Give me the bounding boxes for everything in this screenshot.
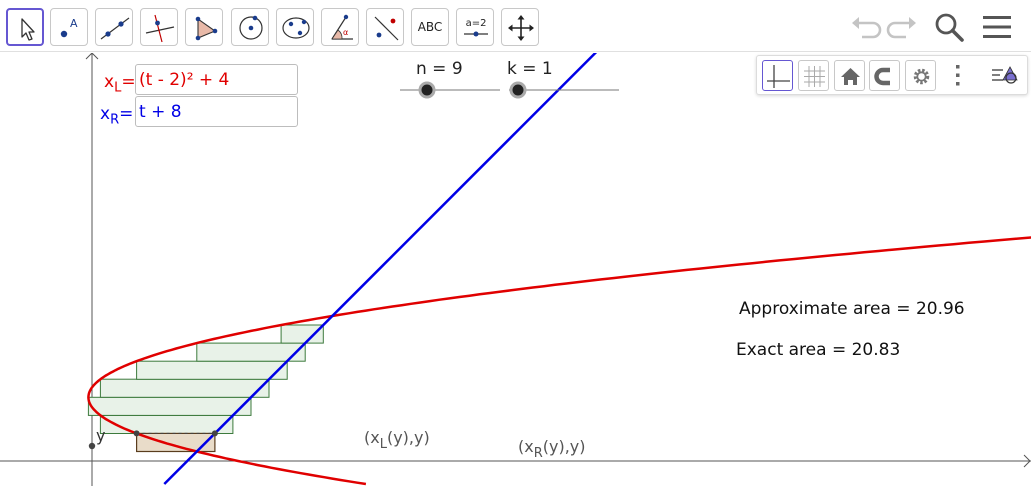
move-graphics-tool[interactable] <box>501 8 539 46</box>
ellipse-icon <box>282 17 310 39</box>
xl-input-label: xL= <box>104 72 136 96</box>
search-icon <box>935 13 964 42</box>
redo-button[interactable] <box>884 8 922 46</box>
style-bar-toggle-button[interactable] <box>989 60 1020 91</box>
xl-input-expression[interactable]: (t - 2)² + 4 <box>139 70 229 90</box>
slider-k-handle[interactable] <box>509 81 527 99</box>
slider-tool-label: a=2 <box>466 18 487 29</box>
right-point-label: (xR(y),y) <box>518 437 586 461</box>
axes-icon <box>767 65 790 88</box>
angle-tool[interactable]: α <box>321 8 359 46</box>
graphics-settings-button[interactable] <box>905 60 936 91</box>
xr-input-box[interactable]: t + 8 <box>135 96 298 127</box>
move-cross-arrows-icon <box>508 15 534 41</box>
left-point-label: (xL(y),y) <box>364 428 430 452</box>
more-vertical-icon <box>956 65 960 86</box>
point-capturing-button[interactable] <box>869 60 900 91</box>
approximate-area-text: Approximate area = 20.96 <box>739 299 965 319</box>
slider-n-label: n = 9 <box>416 59 463 79</box>
magnet-icon <box>874 67 894 86</box>
undo-icon <box>852 17 882 39</box>
move-tool[interactable] <box>6 8 44 46</box>
toolbar: A α ABC a=2 <box>0 0 1031 52</box>
polygon-tool[interactable] <box>185 8 223 46</box>
point-tool[interactable]: A <box>50 8 88 46</box>
xr-input-label: xR= <box>100 104 134 128</box>
approximation-rectangle <box>87 396 252 416</box>
polygon-icon <box>195 16 218 41</box>
slider-n-handle[interactable] <box>418 81 436 99</box>
angle-tool-label: α <box>343 28 348 37</box>
menu-icon <box>983 16 1011 38</box>
reflect-about-line-icon <box>374 16 399 41</box>
slider-k-label: k = 1 <box>507 59 553 79</box>
graphics-style-bar <box>756 55 1028 95</box>
y-point-label: y <box>96 426 105 445</box>
text-icon: ABC <box>417 20 443 34</box>
circle-with-center-icon <box>239 15 263 40</box>
highlighted-rectangle <box>136 432 216 453</box>
conic-tool[interactable] <box>276 8 314 46</box>
grid-icon <box>804 66 825 87</box>
toggle-axes-button[interactable] <box>762 60 793 91</box>
line-tool[interactable] <box>95 8 133 46</box>
circle-tool[interactable] <box>231 8 269 46</box>
exact-area-text: Exact area = 20.83 <box>736 340 900 360</box>
search-button[interactable] <box>930 8 968 46</box>
reflect-tool[interactable] <box>366 8 404 46</box>
redo-icon <box>886 17 916 39</box>
left-point[interactable] <box>133 430 140 437</box>
approximation-rectangle <box>99 414 234 434</box>
xl-input-box[interactable]: (t - 2)² + 4 <box>135 64 298 95</box>
angle-icon: α <box>331 14 353 40</box>
approximation-rectangle <box>136 360 288 380</box>
y-point[interactable] <box>88 442 96 450</box>
xr-input-expression[interactable]: t + 8 <box>139 102 182 122</box>
slider-icon: a=2 <box>464 18 488 37</box>
line-through-points-icon <box>100 17 130 40</box>
approximation-rectangle <box>280 324 324 344</box>
point-icon: A <box>60 17 78 38</box>
more-options-button[interactable] <box>942 60 973 91</box>
undo-button[interactable] <box>846 8 884 46</box>
pointer-arrow-icon <box>21 18 35 41</box>
text-tool[interactable]: ABC <box>411 8 449 46</box>
geogebra-app: A α ABC a=2 y (xL(y),y) (xR(y),y) n = 9 … <box>0 0 1031 486</box>
toggle-grid-button[interactable] <box>798 60 829 91</box>
point-tool-label: A <box>70 17 78 30</box>
gear-icon <box>913 68 930 85</box>
main-menu-button[interactable] <box>978 8 1016 46</box>
standard-view-button[interactable] <box>834 60 865 91</box>
perpendicular-line-icon <box>145 14 175 43</box>
approximation-rectangle <box>99 378 270 398</box>
perpendicular-line-tool[interactable] <box>140 8 178 46</box>
home-icon <box>841 68 860 85</box>
graphics-style-icon <box>992 66 1018 84</box>
right-point[interactable] <box>211 430 218 437</box>
slider-tool[interactable]: a=2 <box>456 8 494 46</box>
